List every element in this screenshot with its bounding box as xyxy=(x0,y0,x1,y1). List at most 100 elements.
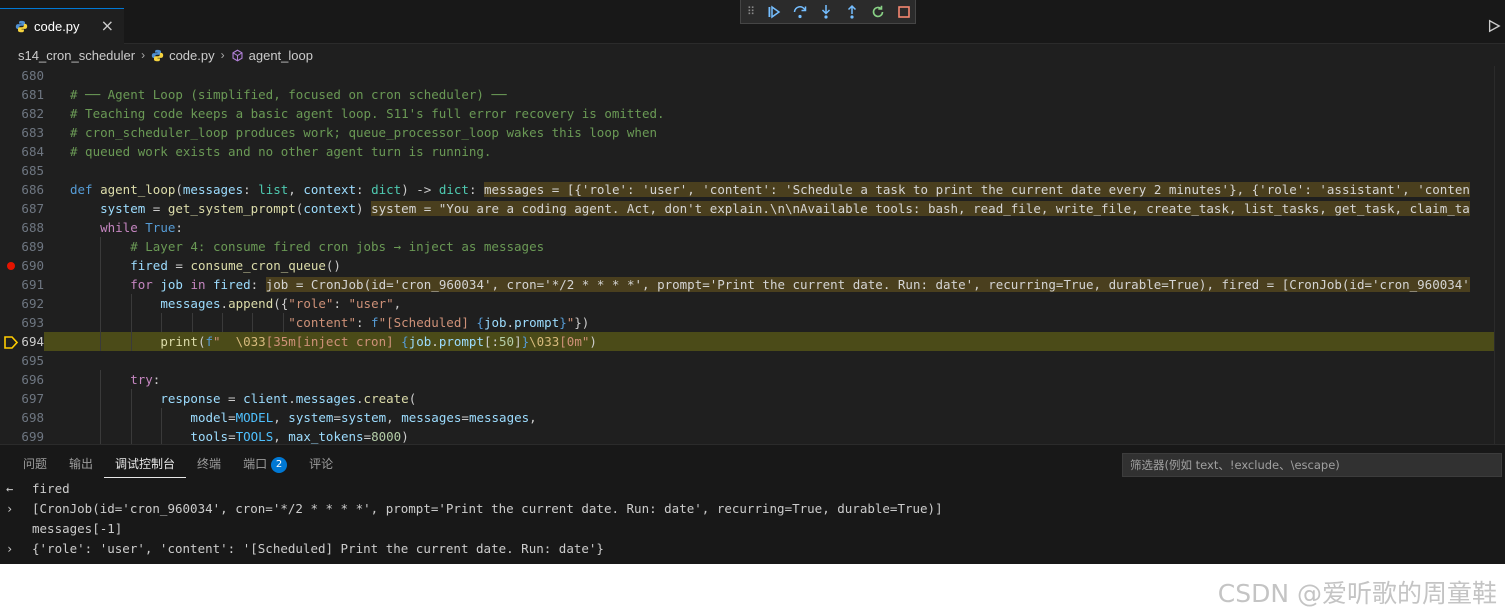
code-line[interactable]: 691 for job in fired: job = CronJob(id='… xyxy=(0,275,1505,294)
line-number[interactable]: 685 xyxy=(0,161,44,180)
panel-tab-label: 调试控制台 xyxy=(115,457,176,471)
line-number[interactable]: 686 xyxy=(0,180,44,199)
code-text: while True: xyxy=(100,220,183,235)
line-number[interactable]: 695 xyxy=(0,351,44,370)
line-number[interactable]: 680 xyxy=(0,66,44,85)
code-text: # cron_scheduler_loop produces work; que… xyxy=(70,125,657,140)
execution-pointer-icon xyxy=(4,335,19,349)
code-line[interactable]: 692 messages.append({"role": "user", xyxy=(0,294,1505,313)
ports-count-badge: 2 xyxy=(271,457,288,473)
code-line[interactable]: 694 print(f" \033[35m[inject cron] {job.… xyxy=(0,332,1505,351)
inline-debug-value: job = CronJob(id='cron_960034', cron='*/… xyxy=(265,277,1470,292)
console-text: messages[-1] xyxy=(32,521,123,536)
console-filter-input[interactable]: 筛选器(例如 text、!exclude、\escape) xyxy=(1122,453,1502,477)
breadcrumb-symbol[interactable]: agent_loop xyxy=(249,48,313,63)
line-number[interactable]: 684 xyxy=(0,142,44,161)
code-line[interactable]: 682 # Teaching code keeps a basic agent l… xyxy=(0,104,1505,123)
code-line[interactable]: 688 while True: xyxy=(0,218,1505,237)
code-line[interactable]: 698 model=MODEL, system=system, messages… xyxy=(0,408,1505,427)
console-result-row[interactable]: › [CronJob(id='cron_960034', cron='*/2 * … xyxy=(0,499,1505,519)
expand-chevron-icon[interactable]: › xyxy=(6,499,18,519)
console-result-row[interactable]: › {'role': 'user', 'content': '[Scheduled… xyxy=(0,539,1505,559)
breadcrumb-file[interactable]: code.py xyxy=(169,48,215,63)
line-number[interactable]: 691 xyxy=(0,275,44,294)
code-text: # Teaching code keeps a basic agent loop… xyxy=(70,106,665,121)
code-line[interactable]: 689 # Layer 4: consume fired cron jobs →… xyxy=(0,237,1505,256)
breakpoint-icon[interactable] xyxy=(7,262,15,270)
code-text: response = client.messages.create( xyxy=(160,391,417,406)
line-number[interactable]: 697 xyxy=(0,389,44,408)
console-input-row: messages[-1] xyxy=(0,519,1505,539)
step-out-icon[interactable] xyxy=(843,3,861,21)
console-text: {'role': 'user', 'content': '[Scheduled]… xyxy=(32,541,604,556)
expand-chevron-icon[interactable]: › xyxy=(6,539,18,559)
line-number[interactable]: 692 xyxy=(0,294,44,313)
input-arrow-icon: ← xyxy=(6,482,14,496)
line-number[interactable]: 681 xyxy=(0,85,44,104)
line-number[interactable]: 682 xyxy=(0,104,44,123)
code-text: def agent_loop(messages: list, context: … xyxy=(70,182,1470,197)
console-input-row: ← fired xyxy=(0,479,1505,499)
chevron-right-icon: › xyxy=(141,48,146,62)
stop-icon[interactable] xyxy=(895,3,913,21)
console-text: fired xyxy=(32,481,70,496)
line-number[interactable]: 689 xyxy=(0,237,44,256)
tab-comments[interactable]: 评论 xyxy=(298,453,344,477)
run-file-icon[interactable] xyxy=(1487,18,1501,33)
code-line[interactable]: 695 xyxy=(0,351,1505,370)
line-number[interactable]: 687 xyxy=(0,199,44,218)
tab-problems[interactable]: 问题 xyxy=(12,453,58,477)
code-line[interactable]: 697 response = client.messages.create( xyxy=(0,389,1505,408)
code-line[interactable]: 699 tools=TOOLS, max_tokens=8000) xyxy=(0,427,1505,444)
step-into-icon[interactable] xyxy=(817,3,835,21)
code-text: # queued work exists and no other agent … xyxy=(70,144,492,159)
tab-ports[interactable]: 端口 2 xyxy=(232,453,298,477)
line-number[interactable]: 693 xyxy=(0,313,44,332)
code-line[interactable]: 693 "content": f"[Scheduled] {job.prompt… xyxy=(0,313,1505,332)
vscode-window: code.py × ⠿ s14_cron_scheduler › code.py… xyxy=(0,0,1505,564)
panel-tabs: 问题 输出 调试控制台 终端 端口 2 评论 xyxy=(12,453,344,479)
code-editor[interactable]: 680 681 # ── Agent Loop (simplified, focus… xyxy=(0,66,1505,444)
code-line[interactable]: 696 try: xyxy=(0,370,1505,389)
restart-icon[interactable] xyxy=(869,3,887,21)
code-text: # ── Agent Loop (simplified, focused on … xyxy=(70,87,507,102)
code-text: print(f" \033[35m[inject cron] {job.prom… xyxy=(160,334,597,349)
line-number[interactable]: 688 xyxy=(0,218,44,237)
code-text: "content": f"[Scheduled] {job.prompt}"}) xyxy=(288,315,590,330)
line-number[interactable]: 696 xyxy=(0,370,44,389)
code-text: model=MODEL, system=system, messages=mes… xyxy=(190,410,537,425)
editor-scrollbar[interactable] xyxy=(1494,66,1505,444)
code-line[interactable]: 684 # queued work exists and no other age… xyxy=(0,142,1505,161)
tab-debug-console[interactable]: 调试控制台 xyxy=(104,453,187,478)
code-text: try: xyxy=(130,372,161,387)
code-text: messages.append({"role": "user", xyxy=(160,296,402,311)
function-symbol-icon xyxy=(231,49,244,62)
code-line[interactable]: 686 def agent_loop(messages: list, contex… xyxy=(0,180,1505,199)
tab-code-py[interactable]: code.py × xyxy=(0,8,124,44)
bottom-panel: 问题 输出 调试控制台 终端 端口 2 评论 筛选器(例如 text、!exclude、\e… xyxy=(0,444,1505,564)
close-tab-icon[interactable]: × xyxy=(101,17,114,35)
code-line[interactable]: 681 # ── Agent Loop (simplified, focused … xyxy=(0,85,1505,104)
debug-toolbar: ⠿ xyxy=(740,0,916,24)
tab-terminal[interactable]: 终端 xyxy=(186,453,232,477)
code-line[interactable]: 683 # cron_scheduler_loop produces work; … xyxy=(0,123,1505,142)
code-line[interactable]: 687 system = get_system_prompt(context) … xyxy=(0,199,1505,218)
line-number[interactable]: 698 xyxy=(0,408,44,427)
line-number[interactable]: 699 xyxy=(0,427,44,444)
tab-label: code.py xyxy=(34,19,80,34)
line-number[interactable]: 683 xyxy=(0,123,44,142)
continue-icon[interactable] xyxy=(765,3,783,21)
code-line[interactable]: 685 xyxy=(0,161,1505,180)
drag-handle-icon[interactable]: ⠿ xyxy=(747,5,757,18)
python-file-icon xyxy=(14,20,28,34)
tab-output[interactable]: 输出 xyxy=(58,453,104,477)
panel-tab-label: 端口 xyxy=(243,457,268,471)
code-line[interactable]: 690 fired = consume_cron_queue() xyxy=(0,256,1505,275)
code-text: fired = consume_cron_queue() xyxy=(130,258,341,273)
panel-tab-label: 评论 xyxy=(309,457,334,471)
python-file-icon xyxy=(151,49,164,62)
step-over-icon[interactable] xyxy=(791,3,809,21)
watermark: CSDN @爱听歌的周童鞋 xyxy=(1217,579,1497,608)
breadcrumb-folder[interactable]: s14_cron_scheduler xyxy=(18,48,135,63)
code-line[interactable]: 680 xyxy=(0,66,1505,85)
